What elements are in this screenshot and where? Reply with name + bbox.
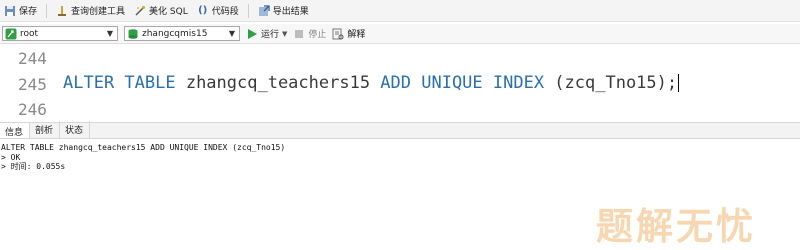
- sql-keyword-alter: ALTER TABLE: [63, 73, 176, 93]
- query-builder-icon: [56, 5, 68, 17]
- toolbar-divider: [46, 3, 48, 18]
- run-label: 运行: [261, 30, 280, 40]
- code-snippet-button[interactable]: () 代码段: [197, 4, 239, 17]
- tab-info[interactable]: 信息: [0, 123, 31, 138]
- line-number: 246: [18, 100, 47, 118]
- export-results-label: 导出结果: [272, 7, 309, 17]
- magic-wand-icon: [134, 5, 146, 17]
- code-brackets-icon: (): [198, 5, 208, 16]
- run-dropdown-icon[interactable]: ▼: [282, 30, 287, 38]
- connection-icon: [5, 28, 17, 40]
- main-toolbar: 保存 查询创建工具 美化 SQL () 代码段 导出结果: [0, 0, 800, 22]
- stop-button[interactable]: 停止: [293, 27, 326, 40]
- connection-bar: root ▼ zhangcqmis15 ▼ 运行 ▼ 停止 解释: [0, 24, 800, 44]
- sql-keyword-index: ADD UNIQUE INDEX: [380, 73, 545, 93]
- run-button[interactable]: 运行 ▼: [246, 27, 287, 40]
- sql-index-columns: (zcq_Tno15);: [544, 73, 678, 93]
- output-line: > 时间: 0.055s: [1, 162, 66, 171]
- query-builder-label: 查询创建工具: [71, 7, 126, 17]
- connection-value: root: [20, 28, 39, 39]
- sql-table-name: zhangcq_teachers15: [175, 73, 381, 93]
- database-icon: [127, 28, 139, 40]
- query-builder-button[interactable]: 查询创建工具: [56, 4, 125, 17]
- stop-label: 停止: [308, 30, 327, 40]
- chevron-down-icon: ▼: [228, 29, 236, 38]
- database-value: zhangcqmis15: [142, 28, 208, 39]
- explain-icon: [332, 28, 344, 40]
- tab-status[interactable]: 状态: [60, 121, 91, 138]
- database-select[interactable]: zhangcqmis15 ▼: [124, 26, 240, 41]
- save-button[interactable]: 保存: [4, 4, 37, 17]
- beautify-sql-button[interactable]: 美化 SQL: [134, 4, 188, 17]
- output-line: ALTER TABLE zhangcq_teachers15 ADD UNIQU…: [1, 143, 286, 152]
- result-tabs: 信息 剖析 状态: [0, 121, 800, 139]
- chevron-down-icon: ▼: [106, 29, 114, 38]
- explain-button[interactable]: 解释: [332, 27, 365, 40]
- save-label: 保存: [19, 7, 38, 17]
- beautify-sql-label: 美化 SQL: [149, 7, 188, 17]
- play-icon: [246, 28, 258, 40]
- tab-profile[interactable]: 剖析: [30, 121, 61, 138]
- line-number: 245: [18, 75, 47, 94]
- line-number: 244: [18, 49, 47, 68]
- connection-select[interactable]: root ▼: [2, 26, 118, 41]
- export-results-button[interactable]: 导出结果: [258, 4, 309, 17]
- stop-icon: [293, 28, 305, 40]
- save-icon: [4, 5, 16, 17]
- watermark-logo: 题解无忧: [596, 205, 756, 248]
- text-caret: [678, 74, 680, 92]
- message-output: ALTER TABLE zhangcq_teachers15 ADD UNIQU…: [1, 143, 285, 172]
- sql-statement[interactable]: ALTER TABLE zhangcq_teachers15 ADD UNIQU…: [63, 73, 680, 93]
- explain-label: 解释: [347, 30, 366, 40]
- sql-editor[interactable]: 244 245 246 ALTER TABLE zhangcq_teachers…: [0, 45, 800, 118]
- code-snippet-label: 代码段: [211, 7, 239, 17]
- output-line: > OK: [1, 152, 21, 162]
- toolbar-divider: [247, 3, 249, 18]
- export-icon: [258, 4, 270, 17]
